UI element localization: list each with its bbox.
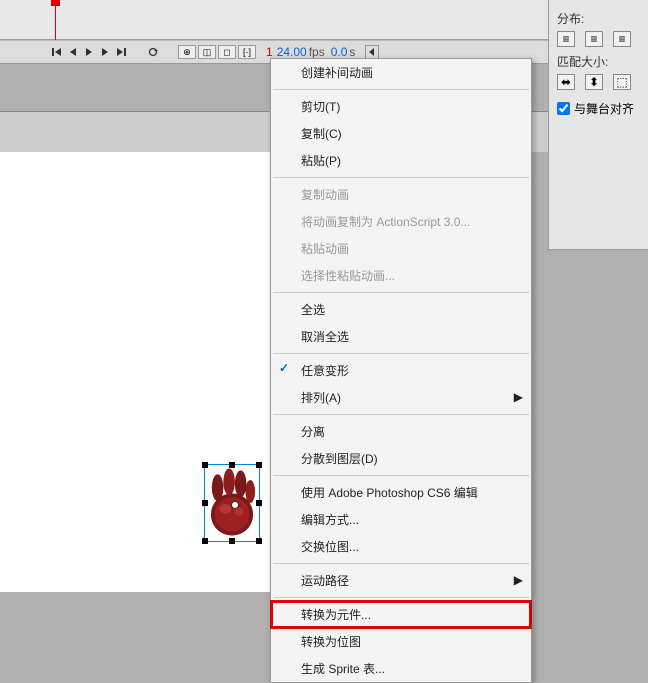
distribute-top-icon[interactable]: ≡ [557,31,575,47]
menu-arrange-label: 排列(A) [301,391,341,405]
onion-skin-outlines-icon[interactable]: ◻ [218,45,236,59]
resize-handle-mr[interactable] [256,500,262,506]
resize-handle-tr[interactable] [256,462,262,468]
menu-free-transform[interactable]: ✓ 任意变形 [271,357,531,384]
elapsed-time-label: s [349,45,355,59]
menu-create-tween[interactable]: 创建补间动画 [271,59,531,86]
resize-handle-tl[interactable] [202,462,208,468]
menu-separator [273,597,529,598]
submenu-arrow-icon: ▶ [514,573,523,587]
distribute-label: 分布: [557,10,640,27]
menu-cut[interactable]: 剪切(T) [271,93,531,120]
go-to-last-icon[interactable] [114,45,128,59]
center-frame-icon[interactable]: ⊕ [178,45,196,59]
menu-deselect-all[interactable]: 取消全选 [271,323,531,350]
menu-paste[interactable]: 粘贴(P) [271,147,531,174]
match-size-label: 匹配大小: [557,53,640,70]
context-menu: 创建补间动画 剪切(T) 复制(C) 粘贴(P) 复制动画 将动画复制为 Act… [270,58,532,683]
menu-paste-motion-special: 选择性粘贴动画... [271,262,531,289]
menu-separator [273,177,529,178]
menu-free-transform-label: 任意变形 [301,364,349,378]
align-to-stage-checkbox[interactable] [557,102,570,115]
distribute-bottom-icon[interactable]: ≡ [613,31,631,47]
playhead[interactable] [55,0,56,40]
resize-handle-bm[interactable] [229,538,235,544]
go-to-first-icon[interactable] [50,45,64,59]
menu-motion-path-label: 运动路径 [301,574,349,588]
menu-copy-motion-as: 将动画复制为 ActionScript 3.0... [271,208,531,235]
resize-handle-bl[interactable] [202,538,208,544]
menu-separator [273,563,529,564]
scroll-left-icon[interactable] [365,45,379,59]
menu-copy-motion: 复制动画 [271,181,531,208]
resize-handle-br[interactable] [256,538,262,544]
fps-value[interactable]: 24.00 [277,45,307,59]
menu-separator [273,414,529,415]
match-both-icon[interactable]: ⬚ [613,74,631,90]
distribute-vcenter-icon[interactable]: ≡ [585,31,603,47]
fps-label: fps [309,45,325,59]
menu-separator [273,292,529,293]
menu-convert-to-bitmap[interactable]: 转换为位图 [271,628,531,655]
menu-distribute-to-layers[interactable]: 分散到图层(D) [271,445,531,472]
match-height-icon[interactable]: ⬍ [585,74,603,90]
menu-arrange[interactable]: 排列(A) ▶ [271,384,531,411]
align-to-stage-label: 与舞台对齐 [574,100,634,117]
resize-handle-tm[interactable] [229,462,235,468]
current-frame: 1 [266,45,273,59]
menu-separator [273,89,529,90]
step-forward-icon[interactable] [98,45,112,59]
loop-icon[interactable] [146,45,160,59]
check-icon: ✓ [279,361,289,375]
menu-edit-with[interactable]: 编辑方式... [271,506,531,533]
menu-select-all[interactable]: 全选 [271,296,531,323]
play-icon[interactable] [82,45,96,59]
edit-multiple-frames-icon[interactable]: [·] [238,45,256,59]
menu-separator [273,353,529,354]
submenu-arrow-icon: ▶ [514,390,523,404]
menu-convert-to-symbol[interactable]: 转换为元件... [271,601,531,628]
selected-object[interactable] [204,464,260,542]
timeline-ruler [0,0,548,40]
elapsed-time-value: 0.0 [331,45,348,59]
step-back-icon[interactable] [66,45,80,59]
menu-swap-bitmap[interactable]: 交换位图... [271,533,531,560]
resize-handle-ml[interactable] [202,500,208,506]
onion-skin-icon[interactable]: ◫ [198,45,216,59]
menu-break-apart[interactable]: 分离 [271,418,531,445]
menu-motion-path[interactable]: 运动路径 ▶ [271,567,531,594]
menu-generate-sprite[interactable]: 生成 Sprite 表... [271,655,531,682]
match-width-icon[interactable]: ⬌ [557,74,575,90]
menu-separator [273,475,529,476]
menu-copy[interactable]: 复制(C) [271,120,531,147]
align-panel: 分布: ≡ ≡ ≡ 匹配大小: ⬌ ⬍ ⬚ 与舞台对齐 [548,0,648,250]
menu-edit-photoshop[interactable]: 使用 Adobe Photoshop CS6 编辑 [271,479,531,506]
menu-paste-motion: 粘贴动画 [271,235,531,262]
